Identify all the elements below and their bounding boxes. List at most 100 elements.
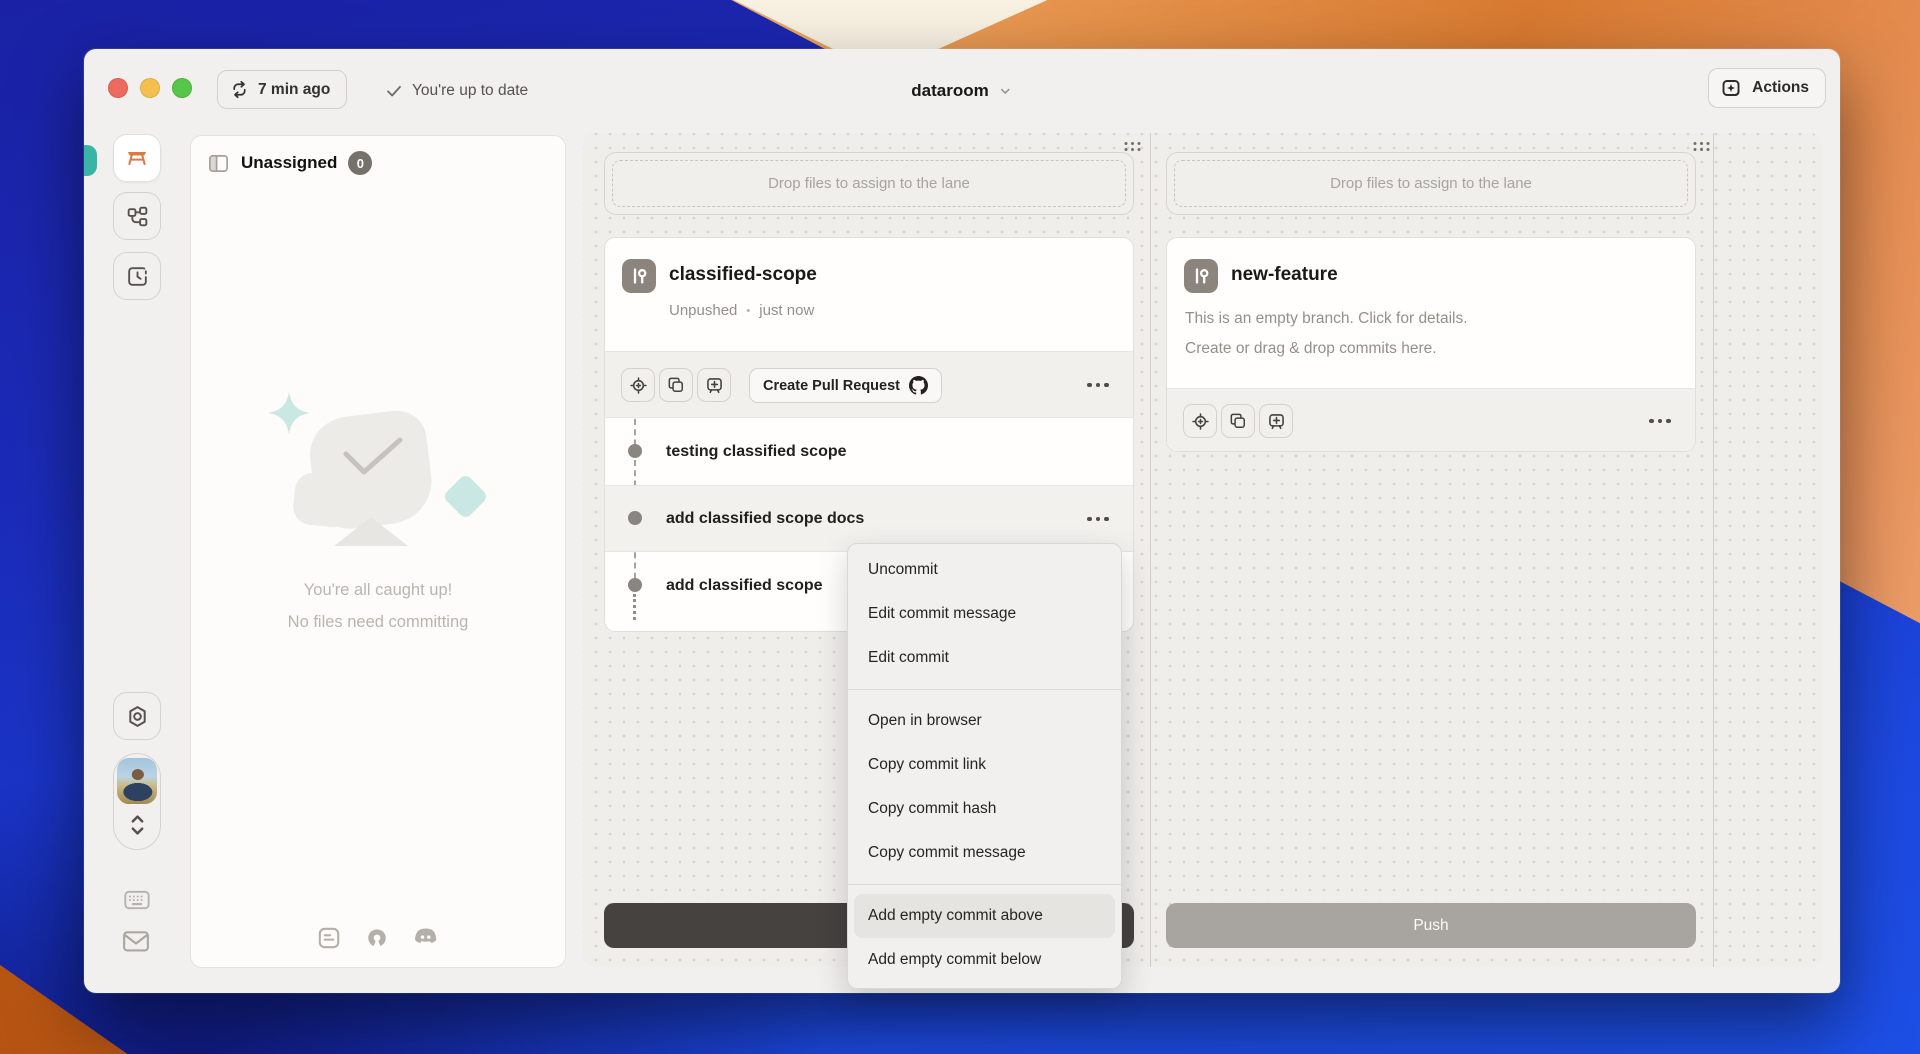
sync-status-button[interactable]: 7 min ago: [217, 70, 348, 109]
gear-icon: [125, 704, 150, 729]
open-source-icon[interactable]: [364, 925, 390, 951]
push-button[interactable]: Push: [1166, 903, 1696, 948]
check-icon: [385, 82, 403, 100]
empty-branch-description: This is an empty branch. Click for detai…: [1185, 304, 1468, 364]
branch-name: classified-scope: [669, 264, 817, 285]
menu-item-add-empty-commit-above[interactable]: Add empty commit above: [854, 894, 1115, 938]
lane-drag-handle[interactable]: [1692, 140, 1711, 153]
last-commit-time: just now: [759, 302, 815, 319]
branch-name: new-feature: [1231, 264, 1338, 285]
create-pr-label: Create Pull Request: [763, 377, 900, 394]
pin-target-button[interactable]: [1183, 404, 1217, 438]
panel-footer: [191, 925, 565, 951]
menu-item-copy-commit-hash[interactable]: Copy commit hash: [854, 787, 1115, 831]
left-rail: [84, 133, 190, 993]
discord-icon[interactable]: [412, 925, 440, 951]
mail-icon: [121, 928, 151, 954]
commit-overflow-menu-button[interactable]: [1081, 502, 1115, 536]
new-dependent-branch-button[interactable]: [697, 368, 731, 402]
drop-files-zone[interactable]: Drop files to assign to the lane: [1166, 152, 1696, 215]
menu-item-add-empty-commit-below[interactable]: Add empty commit below: [854, 938, 1115, 982]
chevron-down-icon: [999, 84, 1013, 98]
commit-connector-tail: [633, 594, 636, 620]
branch-overflow-menu-button[interactable]: [1643, 404, 1677, 438]
commit-row[interactable]: add classified scope docs: [605, 485, 1133, 552]
sidebar-tab-branches[interactable]: [113, 192, 161, 240]
sparkle-icon: [268, 392, 310, 434]
commit-message: add classified scope: [666, 576, 823, 594]
lane-divider: [1713, 133, 1714, 967]
menu-item-copy-commit-link[interactable]: Copy commit link: [854, 743, 1115, 787]
push-label: Push: [1413, 916, 1449, 934]
diamond-icon: [442, 473, 489, 520]
actions-label: Actions: [1752, 79, 1809, 96]
branch-overflow-menu-button[interactable]: [1081, 368, 1115, 402]
branch-card-new-feature[interactable]: new-feature This is an empty branch. Cli…: [1166, 237, 1696, 452]
duplicate-button[interactable]: [659, 368, 693, 402]
branch-action-row: Create Pull Request: [605, 351, 1133, 418]
empty-branch-line2: Create or drag & drop commits here.: [1185, 340, 1437, 357]
empty-state-line2: No files need committing: [287, 613, 469, 631]
mail-button[interactable]: [121, 928, 151, 954]
history-icon: [125, 264, 150, 289]
commit-context-menu: Uncommit Edit commit message Edit commit…: [847, 543, 1122, 989]
drop-files-hint: Drop files to assign to the lane: [1174, 160, 1688, 207]
unassigned-header[interactable]: Unassigned 0: [207, 151, 373, 175]
minimize-window-button[interactable]: [140, 78, 160, 98]
menu-divider: [848, 884, 1121, 885]
drop-files-hint: Drop files to assign to the lane: [612, 160, 1126, 207]
menu-item-open-in-browser[interactable]: Open in browser: [854, 699, 1115, 743]
checkmark-glyph: [338, 434, 408, 484]
ellipsis-icon: [1649, 418, 1671, 424]
app-window: 7 min ago You're up to date dataroom Act…: [84, 49, 1840, 993]
menu-item-edit-commit-message[interactable]: Edit commit message: [854, 592, 1115, 636]
sidebar-tab-workspace[interactable]: [113, 134, 161, 182]
keyboard-icon: [123, 888, 151, 912]
project-selector[interactable]: dataroom: [911, 49, 1012, 133]
github-icon: [909, 376, 928, 395]
meta-separator: •: [746, 304, 751, 317]
empty-branch-line1: This is an empty branch. Click for detai…: [1185, 310, 1468, 327]
chevron-up-down-icon: [125, 808, 150, 842]
branch-meta: Unpushed • just now: [669, 302, 814, 319]
pin-target-button[interactable]: [621, 368, 655, 402]
uptodate-status: You're up to date: [385, 49, 528, 133]
commit-dot-icon: [628, 511, 642, 525]
lane-drag-handle[interactable]: [1123, 140, 1142, 153]
uptodate-label: You're up to date: [412, 82, 529, 99]
actions-icon: [1721, 77, 1743, 99]
user-avatar: [117, 758, 157, 804]
menu-divider: [848, 689, 1121, 690]
drawer-handle[interactable]: [84, 145, 97, 176]
new-dependent-branch-button[interactable]: [1259, 404, 1293, 438]
project-name: dataroom: [911, 81, 989, 100]
zoom-window-button[interactable]: [172, 78, 192, 98]
unassigned-title: Unassigned: [241, 153, 338, 172]
commit-message: testing classified scope: [666, 442, 847, 460]
commit-dot-icon: [628, 578, 642, 592]
commit-row[interactable]: testing classified scope: [605, 418, 1133, 485]
commit-dot-icon: [628, 444, 642, 458]
ellipsis-icon: [1087, 382, 1109, 388]
sidebar-tab-history[interactable]: [113, 252, 161, 300]
branch-action-row: [1167, 388, 1695, 451]
close-window-button[interactable]: [108, 78, 128, 98]
branch-badge-icon: [1184, 259, 1218, 293]
branches-icon: [125, 204, 150, 229]
menu-item-uncommit[interactable]: Uncommit: [854, 548, 1115, 592]
workbench-icon: [124, 145, 150, 171]
create-pull-request-button[interactable]: Create Pull Request: [749, 368, 942, 403]
actions-button[interactable]: Actions: [1708, 68, 1826, 108]
duplicate-button[interactable]: [1221, 404, 1255, 438]
profile-switcher[interactable]: [113, 753, 161, 850]
feedback-icon[interactable]: [316, 925, 342, 951]
lanes-canvas: Drop files to assign to the lane classif…: [583, 133, 1822, 967]
split-panel-icon: [207, 152, 230, 175]
keyboard-shortcuts-button[interactable]: [123, 888, 151, 912]
unassigned-panel: Unassigned 0 You're all caught up! No fi…: [190, 135, 566, 968]
settings-button[interactable]: [113, 692, 161, 740]
drop-files-zone[interactable]: Drop files to assign to the lane: [604, 152, 1134, 215]
menu-item-edit-commit[interactable]: Edit commit: [854, 636, 1115, 680]
lane-divider: [1150, 133, 1151, 967]
menu-item-copy-commit-message[interactable]: Copy commit message: [854, 831, 1115, 875]
